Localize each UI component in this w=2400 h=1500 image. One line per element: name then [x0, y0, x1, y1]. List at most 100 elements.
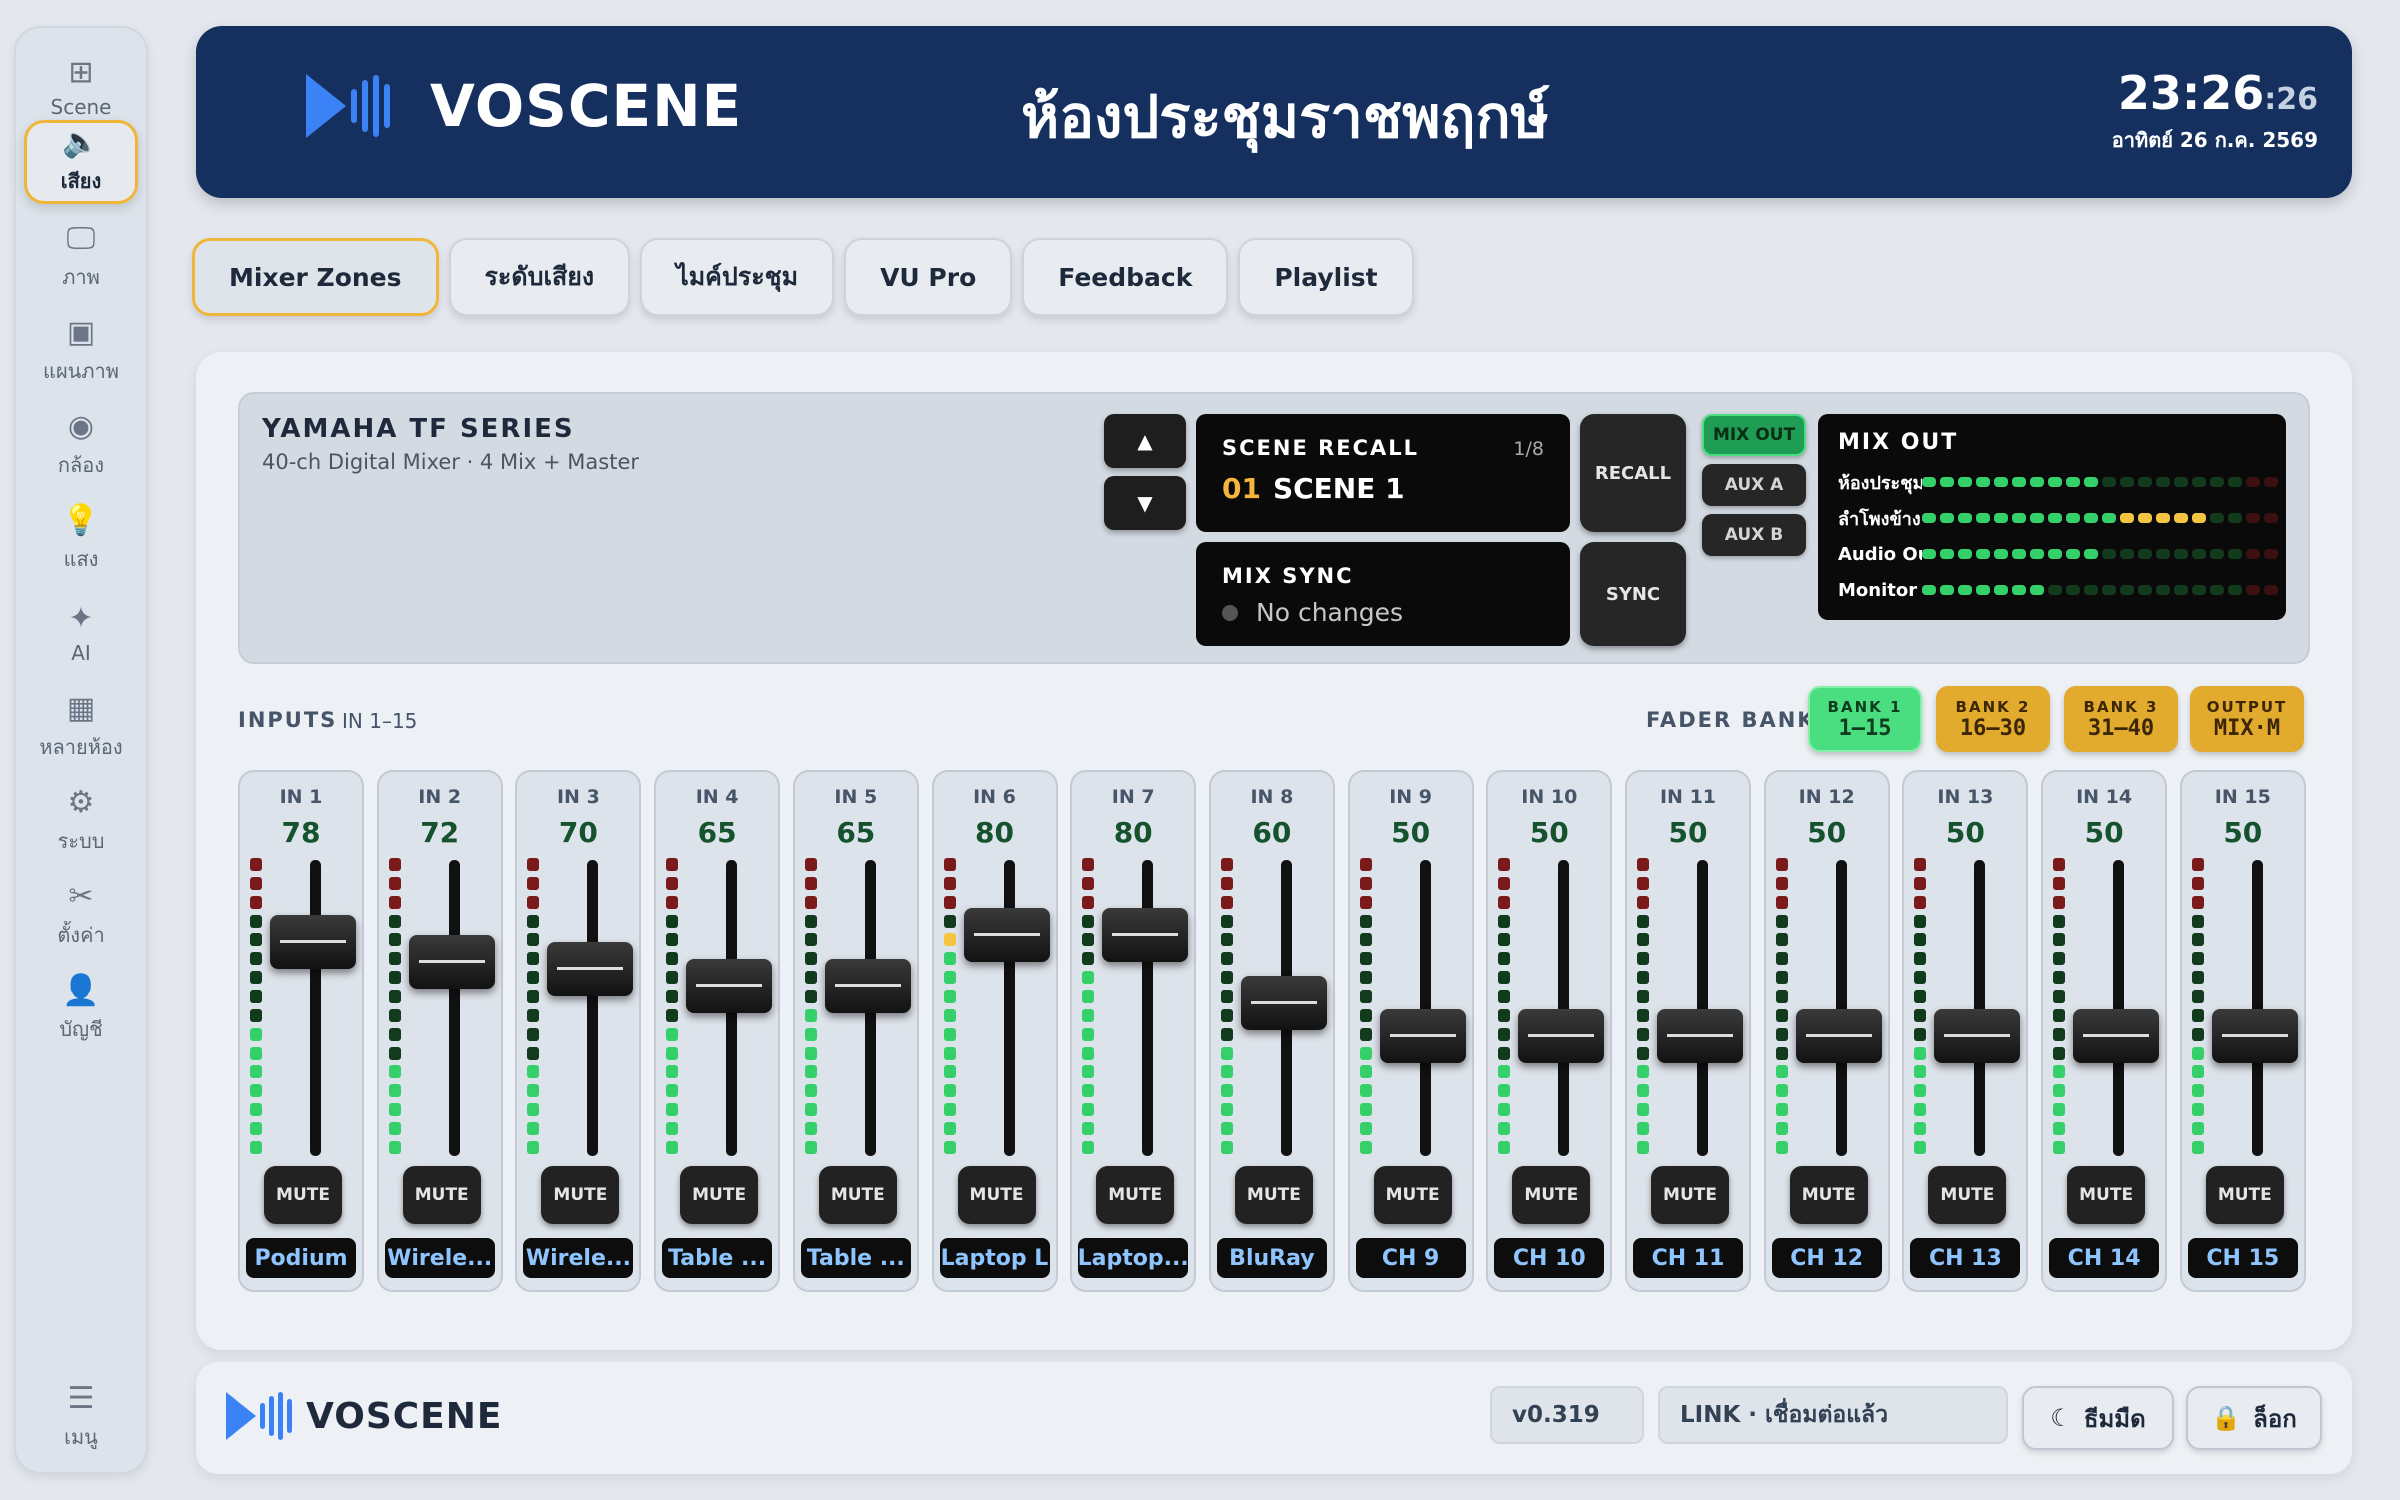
fader-handle[interactable] [408, 934, 495, 989]
channel-name[interactable]: Wirele... [523, 1238, 634, 1278]
channel-name[interactable]: Table ... [800, 1238, 911, 1278]
sidebar-menu-button[interactable]: ☰ เมนู [24, 1376, 138, 1460]
channel-name[interactable]: Laptop L [939, 1238, 1050, 1278]
fader-track[interactable] [2113, 860, 2125, 1156]
mute-button[interactable]: MUTE [2205, 1166, 2284, 1224]
sidebar-item-camera[interactable]: ◉ กล้อง [24, 404, 138, 488]
mute-button[interactable]: MUTE [1234, 1166, 1313, 1224]
grid-icon: ⊞ [68, 55, 94, 90]
recall-button[interactable]: RECALL [1580, 414, 1686, 532]
fader-handle[interactable] [1657, 1009, 1743, 1064]
fader-track[interactable] [587, 860, 599, 1156]
brand-logo: VOSCENE [306, 72, 742, 140]
mute-button[interactable]: MUTE [264, 1166, 342, 1224]
meter-led [1775, 1084, 1788, 1098]
mute-button[interactable]: MUTE [1651, 1166, 1729, 1224]
fader-track[interactable] [1974, 860, 1986, 1156]
fader-track[interactable] [1835, 860, 1847, 1156]
channel-name[interactable]: Podium [246, 1238, 356, 1278]
channel-meter [1914, 858, 1927, 1154]
channel-name[interactable]: Laptop... [1078, 1238, 1189, 1278]
fader-handle[interactable] [2073, 1009, 2160, 1064]
lock-button[interactable]: 🔒 ล็อก [2186, 1386, 2322, 1450]
mute-button[interactable]: MUTE [1512, 1166, 1591, 1224]
tab-3[interactable]: VU Pro [844, 238, 1013, 316]
fader-handle[interactable] [1795, 1009, 1882, 1064]
sidebar-item-layout[interactable]: ▣ แผนภาพ [24, 310, 138, 394]
channel-strip: IN 5 65 MUTE Table ... [792, 770, 919, 1292]
mute-button[interactable]: MUTE [1789, 1166, 1868, 1224]
sidebar-item-ai[interactable]: ✦ AI [24, 592, 138, 676]
scene-down-button[interactable]: ▼ [1104, 476, 1186, 530]
sidebar-item-rooms[interactable]: ▦ หลายห้อง [24, 686, 138, 770]
fader-bank-button-0[interactable]: BANK 1 1–15 [1808, 686, 1922, 752]
mute-button[interactable]: MUTE [1928, 1166, 2007, 1224]
fader-handle[interactable] [1379, 1009, 1466, 1064]
fader-track[interactable] [1697, 860, 1708, 1156]
bus-button-1[interactable]: AUX A [1702, 464, 1806, 506]
channel-name[interactable]: CH 11 [1633, 1238, 1743, 1278]
meter-led [804, 895, 817, 909]
fader-track[interactable] [1142, 860, 1154, 1156]
sidebar-item-video[interactable]: 🖵 ภาพ [24, 216, 138, 300]
channel-name[interactable]: CH 15 [2187, 1238, 2298, 1278]
fader-track[interactable] [310, 860, 321, 1156]
fader-track[interactable] [1003, 860, 1015, 1156]
fader-handle[interactable] [1240, 975, 1327, 1030]
channel-name[interactable]: BluRay [1216, 1238, 1327, 1278]
fader-track[interactable] [2251, 860, 2263, 1156]
mute-button[interactable]: MUTE [2067, 1166, 2146, 1224]
mute-button[interactable]: MUTE [818, 1166, 897, 1224]
channel-name[interactable]: CH 9 [1355, 1238, 1466, 1278]
channel-name[interactable]: CH 12 [1771, 1238, 1882, 1278]
sidebar-item-account[interactable]: 👤 บัญชี [24, 968, 138, 1052]
mute-button[interactable]: MUTE [680, 1166, 759, 1224]
fader-handle[interactable] [1934, 1009, 2021, 1064]
channel-name[interactable]: Wirele... [384, 1238, 495, 1278]
sync-button[interactable]: SYNC [1580, 542, 1686, 646]
sidebar-item-audio[interactable]: 🔈 เสียง [24, 120, 138, 204]
mute-button[interactable]: MUTE [541, 1166, 620, 1224]
tab-1[interactable]: ระดับเสียง [448, 238, 631, 316]
scene-up-button[interactable]: ▲ [1104, 414, 1186, 468]
meter-led [388, 1122, 401, 1136]
fader-track[interactable] [1419, 860, 1431, 1156]
fader-bank-button-1[interactable]: BANK 2 16–30 [1936, 686, 2050, 752]
sidebar-item-light[interactable]: 💡 แสง [24, 498, 138, 582]
fader-handle[interactable] [1518, 1009, 1605, 1064]
channel-name[interactable]: CH 13 [1910, 1238, 2021, 1278]
bus-button-2[interactable]: AUX B [1702, 514, 1806, 556]
meter-led [666, 1008, 679, 1022]
fader-handle[interactable] [270, 914, 356, 969]
fader-handle[interactable] [2211, 1009, 2298, 1064]
fader-handle[interactable] [824, 958, 911, 1013]
fader-bank-button-2[interactable]: BANK 3 31–40 [2064, 686, 2178, 752]
mute-button[interactable]: MUTE [402, 1166, 481, 1224]
mute-button[interactable]: MUTE [1373, 1166, 1452, 1224]
meter-led [2120, 513, 2134, 523]
fader-track[interactable] [448, 860, 460, 1156]
mute-button[interactable]: MUTE [957, 1166, 1036, 1224]
tab-5[interactable]: Playlist [1238, 238, 1414, 316]
fader-bank-button-3[interactable]: OUTPUT MIX·M [2190, 686, 2304, 752]
fader-handle[interactable] [686, 958, 773, 1013]
channel-name[interactable]: CH 14 [2049, 1238, 2160, 1278]
fader-handle[interactable] [547, 941, 634, 996]
sidebar-item-system[interactable]: ⚙ ระบบ [24, 780, 138, 864]
mute-button[interactable]: MUTE [1096, 1166, 1175, 1224]
fader-handle[interactable] [1102, 907, 1189, 962]
tab-0[interactable]: Mixer Zones [192, 238, 439, 316]
tab-2[interactable]: ไมค์ประชุม [640, 238, 835, 316]
fader-track[interactable] [1558, 860, 1570, 1156]
sidebar-item-settings[interactable]: ✂ ตั้งค่า [24, 874, 138, 958]
sidebar-item-scene[interactable]: ⊞ Scene [24, 46, 138, 130]
meter-led [1637, 1084, 1649, 1098]
tab-4[interactable]: Feedback [1022, 238, 1229, 316]
bus-button-0[interactable]: MIX OUT [1702, 414, 1806, 456]
theme-toggle-button[interactable]: ☾ ธีมมืด [2022, 1386, 2174, 1450]
bank-label: BANK 2 [1955, 697, 2031, 716]
fader-handle[interactable] [963, 907, 1050, 962]
channel-name[interactable]: CH 10 [1494, 1238, 1605, 1278]
channel-name[interactable]: Table ... [662, 1238, 773, 1278]
meter-led [527, 1103, 540, 1117]
